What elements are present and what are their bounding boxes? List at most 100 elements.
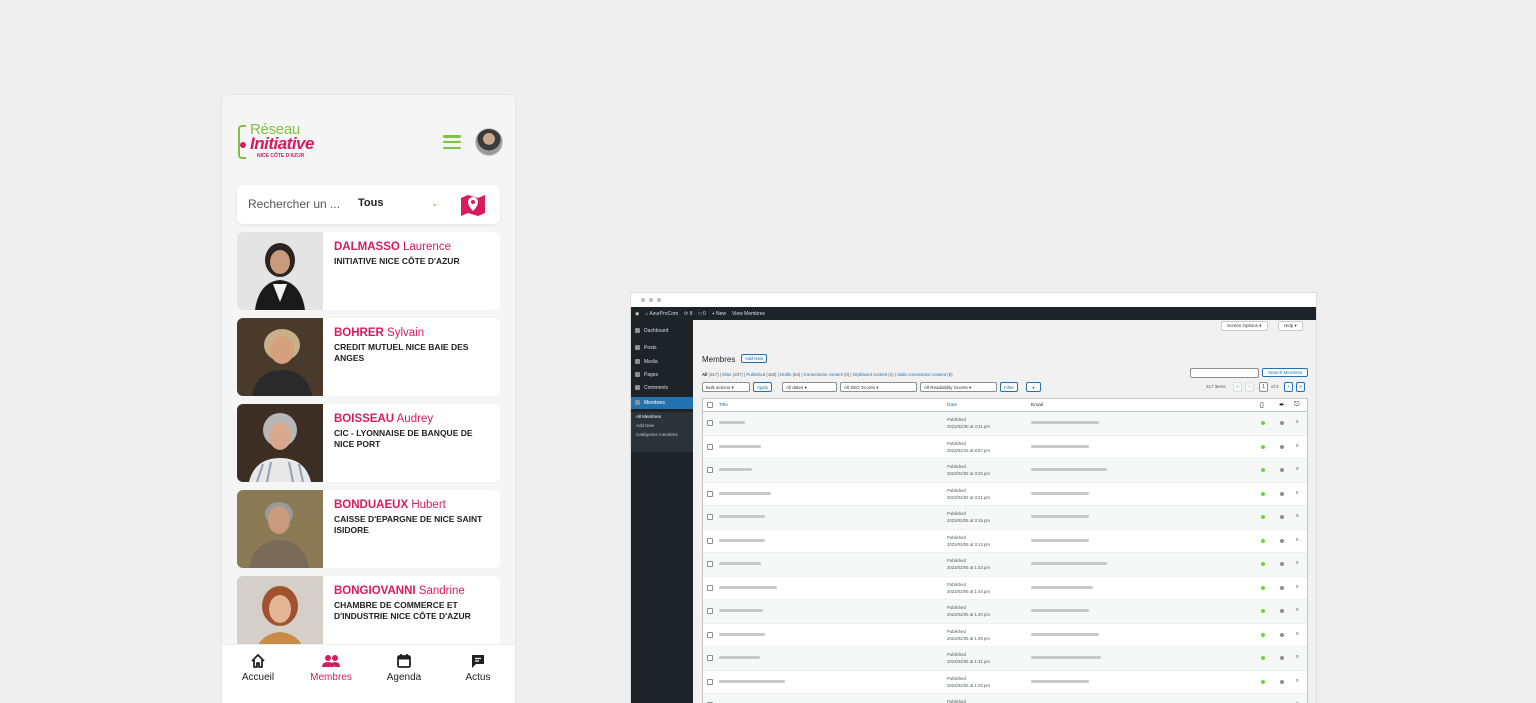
member-card[interactable]: BONGIOVANNI Sandrine CHAMBRE DE COMMERCE… (237, 576, 500, 654)
sidebar-item-media[interactable]: Media (631, 356, 693, 368)
row-title-placeholder[interactable] (719, 515, 765, 518)
view-stale[interactable]: Stale cornerstone content (0) (897, 372, 952, 377)
new-content-link[interactable]: + New (712, 311, 726, 317)
row-checkbox[interactable] (707, 655, 713, 661)
row-title-placeholder[interactable] (719, 679, 785, 683)
tab-membres[interactable]: Membres (301, 653, 361, 683)
table-row[interactable]: Published 2023/02/05 at 1:36 pm 0 (703, 624, 1307, 647)
member-card[interactable]: BOISSEAU Audrey CIC - LYONNAISE DE BANQU… (237, 404, 500, 482)
row-title-placeholder[interactable] (719, 538, 765, 542)
next-page-icon[interactable]: › (1284, 382, 1293, 392)
row-title-placeholder[interactable] (719, 468, 752, 471)
table-row[interactable]: Published 2023/02/05 at 3:12 pm 0 (703, 530, 1307, 553)
table-row[interactable]: Published 2023/02/05 at 3:25 pm 0 (703, 459, 1307, 483)
table-row[interactable]: Published 2023/02/05 at 1:25 pm 0 (703, 671, 1307, 694)
row-title-placeholder[interactable] (719, 491, 771, 495)
row-checkbox[interactable] (707, 537, 713, 544)
site-name-link[interactable]: ⌂ AzurProCom (645, 311, 678, 317)
window-dot-icon[interactable] (649, 298, 653, 302)
wordpress-logo-icon[interactable]: ◉ (635, 311, 639, 317)
tab-label: Actus (465, 672, 491, 683)
filter-select[interactable]: Tous (358, 197, 383, 209)
search-membres-button[interactable]: Search Membres (1262, 368, 1309, 377)
add-new-button[interactable]: Add New (741, 354, 768, 363)
screen-options-button[interactable]: Screen Options ▾ (1221, 321, 1268, 331)
table-row[interactable]: Published 2023/02/30 at 3:31 pm 0 (703, 412, 1307, 436)
row-checkbox[interactable] (707, 420, 713, 426)
settings-icon[interactable]: ● (1026, 382, 1041, 392)
table-row[interactable]: Published 2023/02/05 at 3:15 pm 0 (703, 506, 1307, 530)
filter-button[interactable]: Filter (1000, 382, 1018, 392)
row-title-placeholder[interactable] (719, 421, 745, 424)
map-pin-icon[interactable] (459, 192, 487, 217)
window-dot-icon[interactable] (657, 298, 661, 302)
table-row[interactable]: Published 2023/02/05 at 1:43 pm 0 (703, 553, 1307, 577)
member-card[interactable]: BOHRER Sylvain CREDIT MUTUEL NICE BAIE D… (237, 318, 500, 396)
submenu-add-new[interactable]: Add New (631, 421, 693, 430)
user-avatar[interactable] (475, 128, 503, 156)
readability-status-icon (1280, 515, 1284, 519)
current-page-input[interactable]: 1 (1259, 382, 1268, 392)
view-mine[interactable]: Mine (207) (722, 372, 743, 377)
tab-accueil[interactable]: Accueil (228, 653, 288, 683)
row-checkbox[interactable] (707, 490, 713, 497)
row-title-placeholder[interactable] (719, 656, 760, 659)
view-all[interactable]: All (317) (702, 372, 719, 377)
window-dot-icon[interactable] (641, 298, 645, 302)
table-row[interactable]: Published 2023/02/15 at 8:57 pm 0 (703, 436, 1307, 459)
row-checkbox[interactable] (707, 584, 713, 591)
comments-link[interactable]: □ 0 (699, 311, 706, 317)
chevron-down-icon[interactable]: ⌄ (431, 198, 439, 209)
table-row[interactable]: Published 2023/02/05 at 3:21 pm 0 (703, 483, 1307, 506)
readability-select[interactable]: All Readability Scores ▾ (920, 382, 997, 392)
table-row[interactable]: Published 2023/02/05 at 1:40 pm 0 (703, 600, 1307, 624)
last-page-icon[interactable]: » (1296, 382, 1305, 392)
search-membres-input[interactable] (1190, 368, 1259, 378)
table-row[interactable]: Published0 (703, 694, 1307, 703)
first-page-icon[interactable]: « (1233, 382, 1242, 392)
sidebar-item-posts[interactable]: Posts (631, 342, 693, 354)
view-cornerstone[interactable]: Cornerstone content (0) (804, 372, 849, 377)
row-checkbox[interactable] (707, 561, 713, 567)
hamburger-menu-icon[interactable] (443, 135, 461, 149)
row-title-placeholder[interactable] (719, 609, 763, 612)
row-checkbox[interactable] (707, 514, 713, 520)
view-published[interactable]: Published (153) (746, 372, 776, 377)
prev-page-icon[interactable]: ‹ (1245, 382, 1254, 392)
submenu-all-membres[interactable]: All Membres (631, 412, 693, 421)
row-checkbox[interactable] (707, 678, 713, 685)
select-all-checkbox[interactable] (707, 402, 713, 408)
updates-link[interactable]: ⟳ 8 (684, 311, 692, 317)
reseau-initiative-logo[interactable]: Réseau Initiative NICE CÔTE D'AZUR (238, 121, 328, 161)
view-membres-link[interactable]: View Membres (732, 311, 765, 317)
sidebar-item-dashboard[interactable]: Dashboard (631, 325, 693, 337)
tab-actus[interactable]: Actus (448, 653, 508, 683)
apply-button[interactable]: Apply (753, 382, 773, 392)
row-checkbox[interactable] (707, 443, 713, 450)
view-drafts[interactable]: Drafts (64) (780, 372, 800, 377)
member-search-input[interactable] (248, 197, 343, 211)
column-title[interactable]: Title (719, 403, 728, 408)
dates-select[interactable]: All dates ▾ (782, 382, 837, 392)
column-date[interactable]: Date (947, 403, 957, 408)
sidebar-item-comments[interactable]: Comments (631, 382, 693, 394)
row-checkbox[interactable] (707, 631, 713, 638)
row-checkbox[interactable] (707, 608, 713, 614)
row-checkbox[interactable] (707, 467, 713, 473)
sidebar-item-pages[interactable]: Pages (631, 369, 693, 381)
member-card[interactable]: BONDUAEUX Hubert CAISSE D'EPARGNE DE NIC… (237, 490, 500, 568)
bulk-actions-select[interactable]: Bulk actions ▾ (702, 382, 750, 392)
submenu-categories[interactable]: Catégories membres (631, 430, 693, 439)
row-title-placeholder[interactable] (719, 444, 761, 448)
help-button[interactable]: Help ▾ (1278, 321, 1303, 331)
row-title-placeholder[interactable] (719, 632, 765, 636)
view-orphaned[interactable]: Orphaned content (1) (853, 372, 894, 377)
sidebar-item-membres[interactable]: Membres (631, 397, 693, 409)
row-title-placeholder[interactable] (719, 562, 761, 565)
row-title-placeholder[interactable] (719, 585, 777, 589)
seo-scores-select[interactable]: All SEO Scores ▾ (840, 382, 917, 392)
tab-agenda[interactable]: Agenda (374, 653, 434, 683)
member-card[interactable]: DALMASSO Laurence INITIATIVE NICE CÔTE D… (237, 232, 500, 310)
table-row[interactable]: Published 2023/02/05 at 1:31 pm 0 (703, 647, 1307, 671)
table-row[interactable]: Published 2023/02/05 at 1:44 pm 0 (703, 577, 1307, 600)
